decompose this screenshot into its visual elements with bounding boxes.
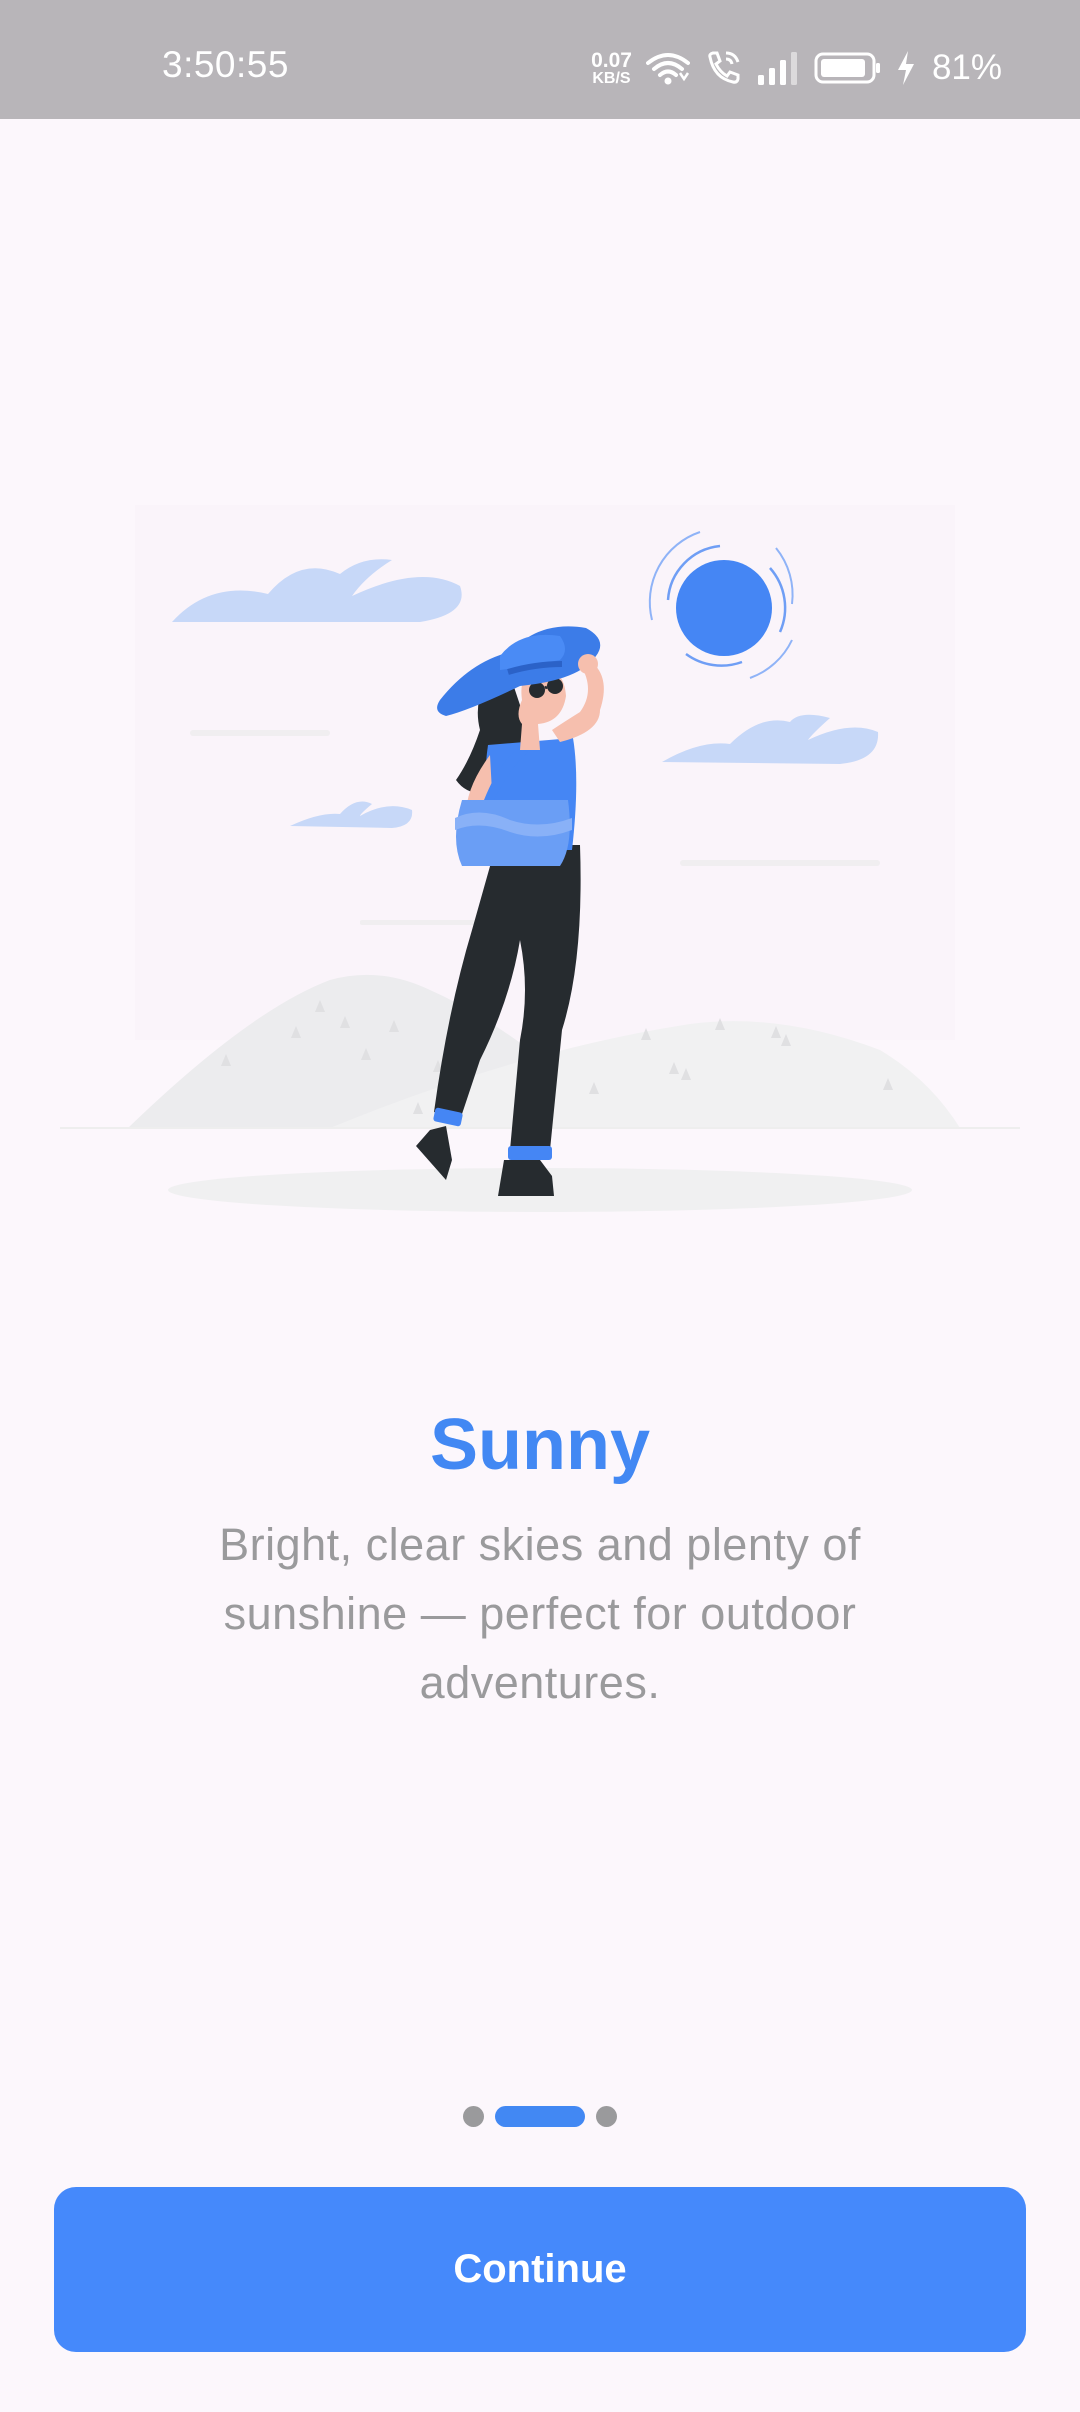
continue-button[interactable]: Continue xyxy=(54,2187,1026,2352)
wifi-calling-icon xyxy=(708,51,740,84)
page-dot-2-active xyxy=(495,2105,585,2127)
battery-percent: 81% xyxy=(931,48,1002,87)
page-indicator xyxy=(0,2104,1080,2128)
network-speed: 0.07 KB/S xyxy=(591,50,632,87)
network-speed-unit: KB/S xyxy=(592,69,631,87)
status-icons: 0.07 KB/S 81% xyxy=(591,44,1002,92)
network-speed-value: 0.07 xyxy=(591,48,632,72)
page-title: Sunny xyxy=(429,1405,650,1485)
status-bar: 3:50:55 0.07 KB/S 81% xyxy=(0,0,1080,119)
woman-in-sun-hat-illustration xyxy=(60,505,1020,1212)
page-dot-3 xyxy=(596,2105,617,2127)
status-time: 3:50:55 xyxy=(162,44,289,85)
signal-icon xyxy=(757,52,797,85)
battery-icon xyxy=(814,52,880,84)
wifi-icon xyxy=(645,53,690,85)
page-description: Bright, clear skies and plenty of sunshi… xyxy=(219,1519,861,1708)
charging-icon xyxy=(897,51,914,85)
page-dot-1 xyxy=(463,2105,484,2127)
